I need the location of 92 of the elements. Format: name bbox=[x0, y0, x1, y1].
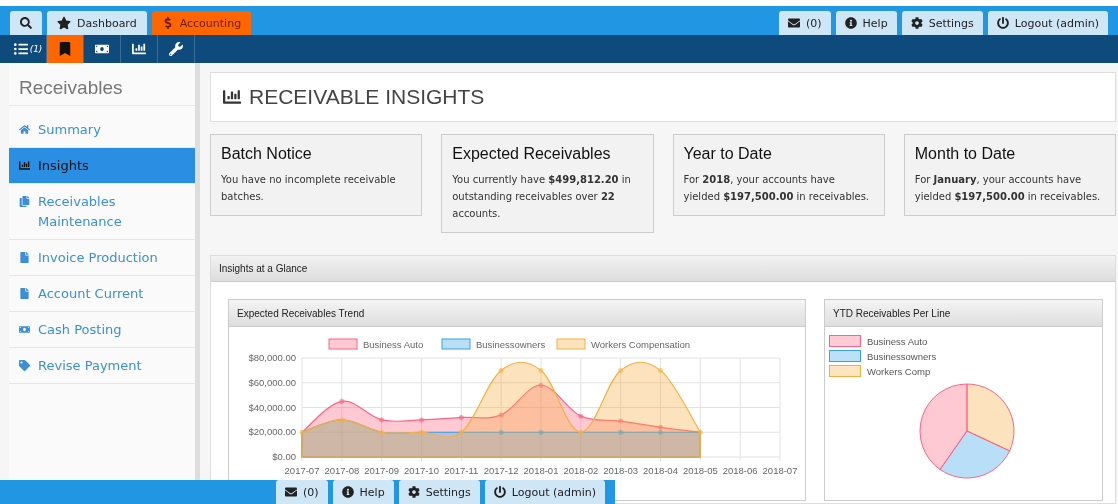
legend-item: Workers Compensation bbox=[556, 338, 691, 350]
card-title: Batch Notice bbox=[221, 145, 313, 163]
nav-button[interactable]: Logout (admin) bbox=[484, 480, 605, 504]
data-point bbox=[419, 429, 424, 435]
bar-chart-icon bbox=[132, 42, 146, 56]
data-point bbox=[339, 398, 345, 404]
settings-icon bbox=[910, 17, 923, 29]
nav-tab[interactable]: Accounting bbox=[151, 11, 252, 35]
card-text: You have no incomplete receivable batches. bbox=[221, 173, 397, 204]
nav-button[interactable]: (0) bbox=[276, 480, 328, 504]
legend-item: Businessowners bbox=[829, 350, 1098, 362]
toolbar-tab[interactable] bbox=[47, 35, 84, 63]
axis-label: 2018-07 bbox=[762, 465, 798, 476]
axis-label: 2018-06 bbox=[722, 465, 758, 476]
axis-label: 2017-09 bbox=[364, 465, 400, 476]
power-icon bbox=[996, 17, 1009, 29]
wrench-icon bbox=[169, 42, 183, 56]
document-icon bbox=[19, 288, 30, 299]
list-icon bbox=[13, 42, 28, 56]
power-icon bbox=[493, 486, 506, 498]
nav-button[interactable]: Help bbox=[332, 480, 394, 504]
star-icon bbox=[57, 16, 71, 30]
page-title: RECEIVABLE INSIGHTS bbox=[249, 85, 485, 109]
search-icon bbox=[20, 17, 32, 29]
axis-label: 2018-01 bbox=[523, 465, 559, 476]
axis-label: 2018-03 bbox=[603, 465, 639, 476]
card-text: For January, your accounts have yielded $197,500.00 in receivables. bbox=[914, 173, 1102, 204]
nav-button[interactable]: Logout (admin) bbox=[987, 11, 1108, 35]
axis-label: 2018-04 bbox=[643, 465, 678, 476]
legend-item: Businessowners bbox=[441, 338, 546, 350]
legend-label: Business Auto bbox=[363, 339, 424, 350]
card-title: Year to Date bbox=[683, 145, 773, 163]
bar-chart-icon bbox=[19, 160, 30, 171]
data-point bbox=[697, 429, 703, 435]
data-point bbox=[458, 414, 464, 420]
envelope-icon bbox=[788, 17, 800, 29]
legend-label: Workers Compensation bbox=[591, 339, 691, 350]
bookmark-icon bbox=[58, 42, 72, 56]
data-point bbox=[538, 367, 544, 373]
card-title: Expected Receivables bbox=[452, 145, 612, 163]
chart-title: Expected Receivables Trend bbox=[229, 300, 805, 327]
data-point bbox=[578, 413, 584, 419]
axis-label: $0.00 bbox=[272, 451, 296, 462]
card-text: You currently have $499,812.20 in outstanding receivables over 22 accounts. bbox=[452, 173, 632, 221]
tag-icon bbox=[19, 360, 30, 371]
nav-tab[interactable]: Dashboard bbox=[47, 11, 147, 35]
nav-button[interactable]: (0) bbox=[779, 11, 831, 35]
legend-label: Businessowners bbox=[476, 339, 546, 350]
chart-title: YTD Receivables Per Line bbox=[825, 300, 1102, 327]
bar-chart-icon bbox=[223, 88, 241, 106]
data-point bbox=[299, 429, 305, 435]
axis-label: 2018-02 bbox=[563, 465, 599, 476]
banknote-icon bbox=[95, 42, 109, 56]
info-icon bbox=[341, 486, 354, 498]
data-point bbox=[379, 429, 385, 435]
card-text: For 2018, your accounts have yielded $197,500.00 in receivables. bbox=[683, 173, 871, 204]
envelope-icon bbox=[285, 486, 297, 498]
data-point bbox=[458, 429, 464, 435]
settings-icon bbox=[407, 486, 420, 498]
nav-button[interactable]: Settings bbox=[398, 480, 480, 504]
axis-label: 2017-11 bbox=[444, 465, 479, 476]
nav-button[interactable]: Help bbox=[835, 11, 897, 35]
document-icon bbox=[19, 196, 30, 207]
axis-label: $60,000.00 bbox=[248, 376, 296, 388]
legend-item: Workers Comp bbox=[829, 365, 1098, 377]
nav-button[interactable]: Settings bbox=[901, 11, 983, 35]
banknote-icon bbox=[19, 324, 30, 335]
data-point bbox=[498, 367, 504, 373]
data-point bbox=[658, 367, 663, 373]
data-point bbox=[618, 367, 624, 373]
axis-label: 2017-10 bbox=[404, 465, 439, 476]
info-icon bbox=[844, 17, 857, 29]
axis-label: $80,000.00 bbox=[248, 352, 296, 363]
legend-item: Business Auto bbox=[829, 335, 1098, 347]
data-point bbox=[419, 417, 424, 423]
data-point bbox=[578, 429, 584, 435]
axis-label: 2017-12 bbox=[483, 465, 519, 476]
axis-label: 2018-05 bbox=[682, 465, 718, 476]
axis-label: $20,000.00 bbox=[248, 426, 296, 438]
axis-label: 2017-07 bbox=[284, 465, 320, 476]
nav-tab[interactable] bbox=[10, 11, 42, 35]
sidebar-title: Receivables bbox=[9, 63, 195, 106]
data-point bbox=[379, 417, 385, 423]
axis-label: $40,000.00 bbox=[248, 401, 296, 413]
sidebar-item[interactable]: Insights bbox=[9, 148, 195, 184]
card-title: Month to Date bbox=[914, 145, 1017, 163]
axis-label: 2017-08 bbox=[324, 465, 360, 476]
legend-item: Business Auto bbox=[328, 338, 424, 350]
document-icon bbox=[19, 252, 30, 263]
data-point bbox=[339, 417, 345, 423]
panel-title: Insights at a Glance bbox=[211, 256, 1115, 282]
home-icon bbox=[19, 124, 30, 135]
